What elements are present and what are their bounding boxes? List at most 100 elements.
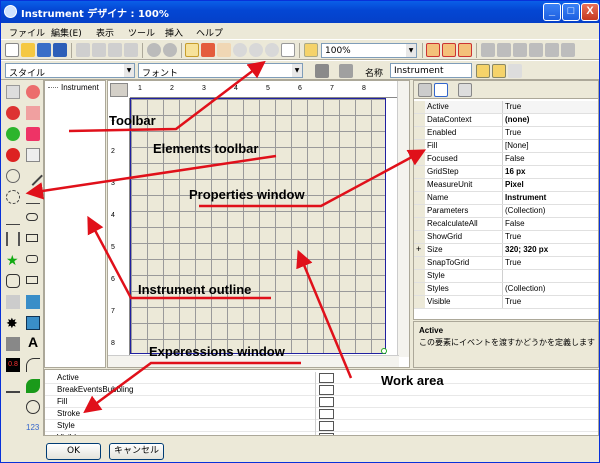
minimize-button[interactable]: _ bbox=[543, 3, 561, 21]
expression-input[interactable] bbox=[319, 397, 334, 407]
indicator-icon[interactable] bbox=[26, 127, 40, 141]
green-shape-icon[interactable] bbox=[26, 379, 40, 393]
vertical-scrollbar[interactable] bbox=[397, 81, 409, 357]
property-value[interactable]: Pixel bbox=[505, 180, 524, 189]
ellipse-icon[interactable] bbox=[26, 213, 38, 221]
property-value[interactable]: (Collection) bbox=[505, 206, 545, 215]
property-row[interactable]: Focused False bbox=[414, 153, 598, 166]
property-value[interactable]: True bbox=[505, 297, 521, 306]
property-row[interactable]: ShowGrid True bbox=[414, 231, 598, 244]
property-pages-icon[interactable] bbox=[458, 83, 472, 97]
property-row[interactable]: Visible True bbox=[414, 296, 598, 309]
grid-shape-icon[interactable] bbox=[6, 337, 20, 351]
slider-icon[interactable] bbox=[26, 148, 40, 162]
property-value[interactable]: True bbox=[505, 258, 521, 267]
lock-icon[interactable] bbox=[476, 64, 490, 78]
ok-button[interactable]: OK bbox=[46, 443, 101, 460]
align-left-icon[interactable] bbox=[481, 43, 495, 57]
grid-icon[interactable] bbox=[426, 43, 440, 57]
rectangle-icon[interactable] bbox=[26, 234, 38, 242]
menu-tools[interactable]: ツール bbox=[128, 26, 155, 39]
gauge-icon[interactable] bbox=[26, 85, 40, 99]
rulers-icon[interactable] bbox=[458, 43, 472, 57]
paste-icon[interactable] bbox=[108, 43, 122, 57]
property-value[interactable]: True bbox=[505, 102, 521, 111]
property-row[interactable]: DataContext (none) bbox=[414, 114, 598, 127]
expression-input[interactable] bbox=[319, 385, 334, 395]
property-value[interactable]: True bbox=[505, 128, 521, 137]
pen-icon[interactable] bbox=[201, 43, 215, 57]
categorized-icon[interactable] bbox=[418, 83, 432, 97]
property-value[interactable]: Instrument bbox=[505, 193, 546, 202]
property-value[interactable]: (none) bbox=[505, 115, 529, 124]
property-row[interactable]: MeasureUnit Pixel bbox=[414, 179, 598, 192]
property-value[interactable]: True bbox=[505, 232, 521, 241]
picture-icon[interactable] bbox=[26, 295, 40, 309]
maximize-button[interactable]: □ bbox=[562, 3, 580, 21]
align-middle-icon[interactable] bbox=[545, 43, 559, 57]
property-row[interactable]: + Size 320; 320 px bbox=[414, 244, 598, 257]
expression-row[interactable]: Stroke bbox=[45, 408, 598, 420]
zoom-in-icon[interactable] bbox=[233, 43, 247, 57]
expression-row[interactable]: BreakEventsBubbling bbox=[45, 384, 598, 396]
outline-root-node[interactable]: Instrument bbox=[61, 83, 99, 92]
fill-color-icon[interactable] bbox=[315, 64, 329, 78]
hand-icon[interactable] bbox=[217, 43, 231, 57]
menu-edit[interactable]: 編集(E) bbox=[51, 26, 82, 39]
menu-insert[interactable]: 挿入 bbox=[165, 26, 183, 39]
button-shape-icon[interactable] bbox=[26, 276, 38, 284]
align-center-icon[interactable] bbox=[497, 43, 511, 57]
text-tool-icon[interactable] bbox=[508, 64, 522, 78]
name-input[interactable]: Instrument bbox=[390, 63, 472, 78]
resize-handle[interactable] bbox=[381, 348, 387, 354]
leaf-icon[interactable] bbox=[6, 127, 20, 141]
expression-row[interactable]: Visible bbox=[45, 432, 598, 435]
expression-row[interactable]: Fill bbox=[45, 396, 598, 408]
style-select[interactable]: スタイル ▼ bbox=[5, 63, 135, 79]
line-icon[interactable] bbox=[23, 166, 43, 186]
open-icon[interactable] bbox=[21, 43, 35, 57]
expression-input[interactable] bbox=[319, 409, 334, 419]
pointer-icon[interactable] bbox=[185, 43, 199, 57]
dial-icon[interactable] bbox=[6, 106, 20, 120]
traffic-light-icon[interactable] bbox=[6, 148, 20, 162]
polygon-icon[interactable] bbox=[6, 274, 20, 288]
copy-icon[interactable] bbox=[92, 43, 106, 57]
property-row[interactable]: Active True bbox=[414, 101, 598, 114]
property-row[interactable]: Style bbox=[414, 270, 598, 283]
expression-input[interactable] bbox=[319, 373, 334, 383]
expression-input[interactable] bbox=[319, 421, 334, 431]
star-icon[interactable]: ★ bbox=[6, 253, 20, 267]
snap-icon[interactable] bbox=[442, 43, 456, 57]
property-value[interactable]: False bbox=[505, 154, 525, 163]
table-icon[interactable] bbox=[6, 295, 20, 309]
zoom-out-icon[interactable] bbox=[249, 43, 263, 57]
comment-icon[interactable] bbox=[281, 43, 295, 57]
image-icon[interactable] bbox=[26, 316, 40, 330]
arc-icon[interactable] bbox=[26, 358, 40, 372]
new-icon[interactable] bbox=[5, 43, 19, 57]
sparkle-icon[interactable] bbox=[6, 190, 20, 204]
burst-icon[interactable]: ✸ bbox=[6, 316, 20, 330]
menu-help[interactable]: ヘルプ bbox=[196, 26, 223, 39]
property-row[interactable]: Parameters (Collection) bbox=[414, 205, 598, 218]
expand-icon[interactable]: + bbox=[416, 244, 421, 254]
zoom-select[interactable]: 100% ▼ bbox=[321, 43, 417, 58]
align-bottom-icon[interactable] bbox=[561, 43, 575, 57]
property-row[interactable]: Enabled True bbox=[414, 127, 598, 140]
minmax-icon[interactable] bbox=[26, 106, 40, 120]
expression-row[interactable]: Active bbox=[45, 372, 598, 384]
line-style-icon[interactable] bbox=[339, 64, 353, 78]
save-all-icon[interactable] bbox=[53, 43, 67, 57]
instrument-canvas[interactable] bbox=[130, 98, 386, 354]
pin-icon[interactable] bbox=[492, 64, 506, 78]
digital-display-icon[interactable]: 0.8 bbox=[6, 358, 20, 372]
rounded-rect-icon[interactable] bbox=[26, 255, 38, 263]
needle-icon[interactable] bbox=[6, 169, 20, 183]
undo-icon[interactable] bbox=[147, 43, 161, 57]
property-row[interactable]: RecalculateAll False bbox=[414, 218, 598, 231]
close-button[interactable]: X bbox=[581, 3, 599, 21]
expression-input[interactable] bbox=[319, 433, 334, 435]
pointer-tool-icon[interactable] bbox=[6, 85, 20, 99]
wave-icon[interactable] bbox=[6, 211, 20, 225]
